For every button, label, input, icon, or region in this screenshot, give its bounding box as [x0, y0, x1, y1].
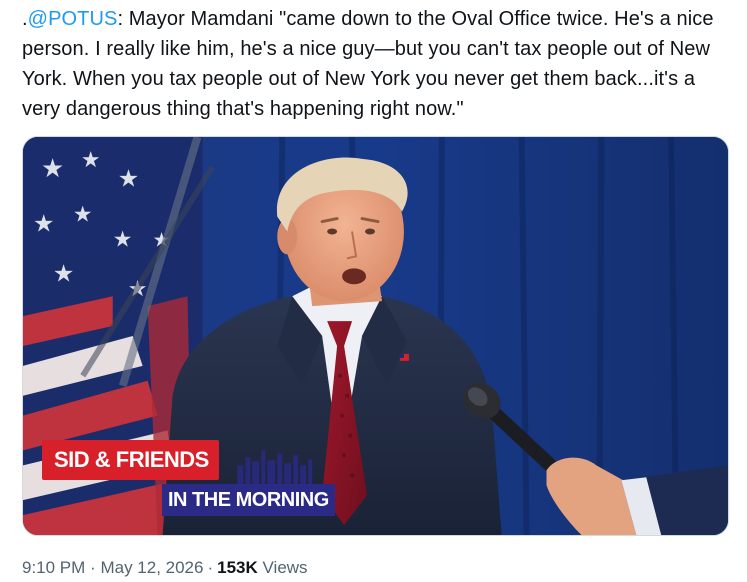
tweet-time: 9:10 PM: [22, 558, 86, 577]
views-label: Views: [262, 558, 308, 577]
tweet-time-link[interactable]: 9:10 PM · May 12, 2026: [22, 558, 203, 577]
show-logo-bottom: IN THE MORNING: [162, 484, 335, 516]
svg-text:★: ★: [81, 148, 101, 173]
show-logo-top: SID & FRIENDS: [42, 440, 219, 480]
separator: ·: [90, 558, 96, 577]
svg-text:★: ★: [113, 227, 133, 252]
svg-text:★: ★: [73, 203, 93, 228]
tweet-meta: 9:10 PM · May 12, 2026 · 153K Views: [22, 557, 308, 579]
tweet-body: : Mayor Mamdani "came down to the Oval O…: [22, 8, 714, 120]
tweet-media[interactable]: ★ ★ ★ ★ ★ ★ ★ ★ ★: [22, 136, 729, 536]
separator: ·: [207, 558, 214, 577]
views-count: 153K: [217, 558, 258, 577]
svg-text:★: ★: [33, 210, 54, 238]
svg-text:★: ★: [118, 165, 139, 193]
mention-link[interactable]: @POTUS: [28, 8, 118, 30]
svg-text:★: ★: [41, 154, 64, 184]
tweet-date: May 12, 2026: [100, 558, 204, 577]
tweet-text: .@POTUS: Mayor Mamdani "came down to the…: [22, 4, 722, 124]
svg-text:★: ★: [53, 259, 74, 287]
